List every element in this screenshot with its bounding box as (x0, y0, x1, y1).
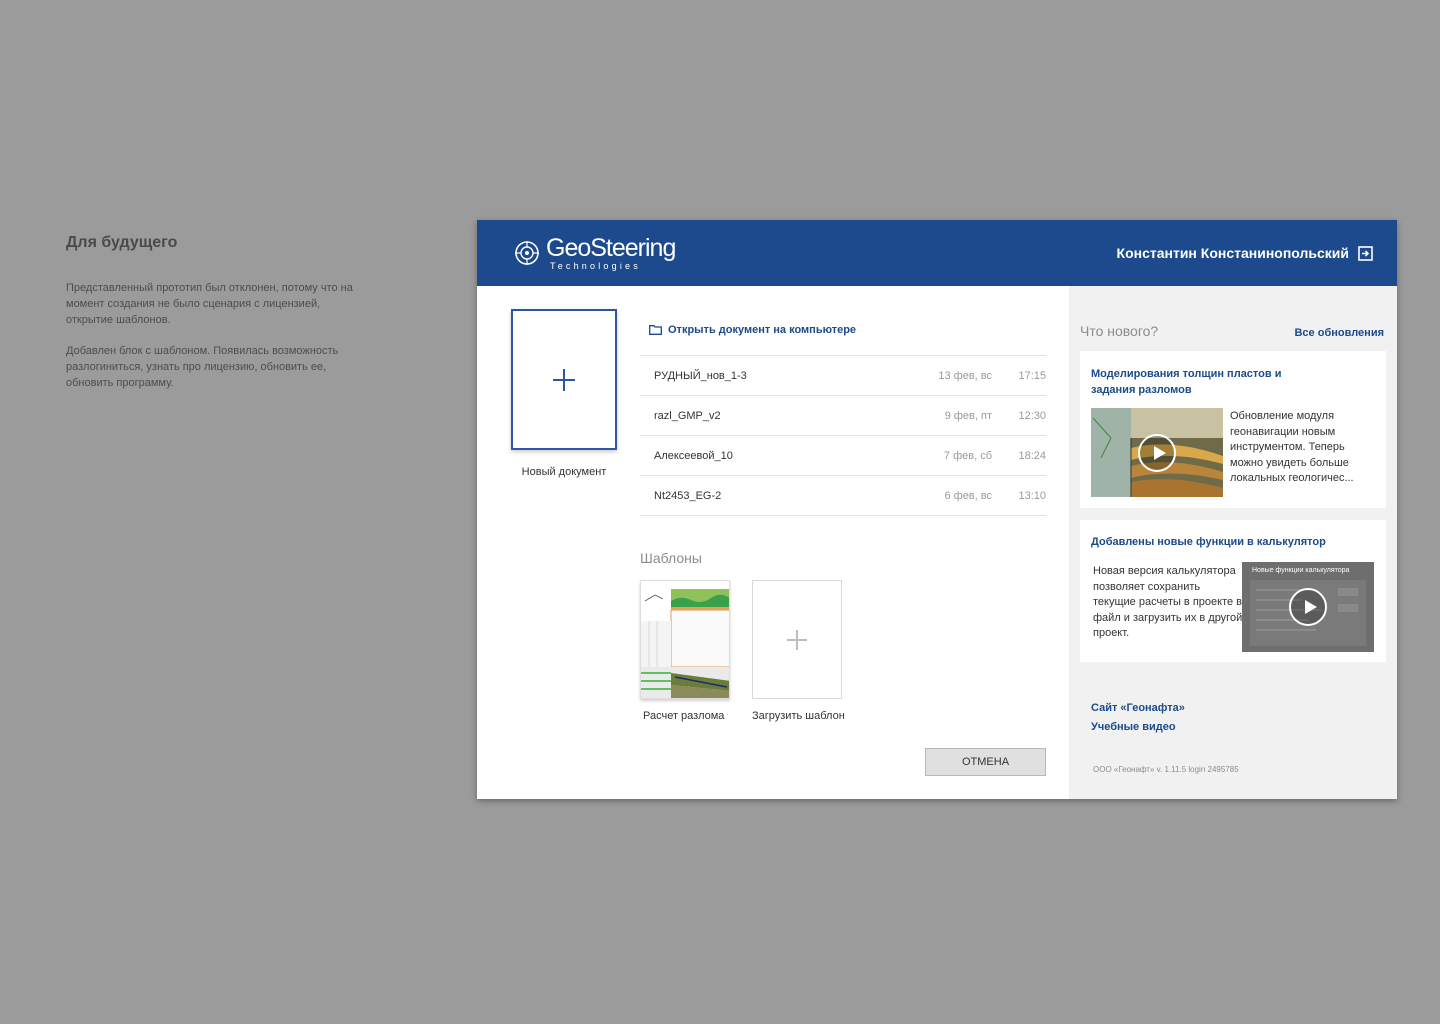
document-name: razl_GMP_v2 (654, 409, 721, 422)
template-thumbnail (640, 580, 730, 699)
template-preview-image (641, 581, 729, 698)
user-name: Константин Констанинопольский (1116, 245, 1349, 261)
all-updates-link[interactable]: Все обновления (1294, 327, 1384, 339)
template-label: Расчет разлома (643, 710, 725, 722)
tutorial-videos-link[interactable]: Учебные видео (1091, 718, 1185, 737)
note-title: Для будущего (66, 234, 178, 251)
upload-template-button[interactable]: Загрузить шаблон (752, 580, 845, 722)
document-date: 7 фев, сб (943, 449, 992, 462)
user-menu[interactable]: Константин Констанинопольский (1117, 245, 1373, 261)
new-document-label: Новый документ (521, 466, 607, 478)
footer-links: Сайт «Геонафта» Учебные видео (1091, 699, 1185, 737)
template-label: Загрузить шаблон (752, 710, 845, 722)
template-upload-tile (752, 580, 842, 699)
document-date: 13 фев, вс (938, 369, 992, 382)
document-date: 6 фев, вс (944, 489, 992, 502)
news-card-title[interactable]: Добавлены новые функции в калькулятор (1091, 534, 1371, 550)
header: GeoSteering Technologies Константин Конс… (477, 220, 1397, 286)
site-link[interactable]: Сайт «Геонафта» (1091, 699, 1185, 718)
news-video[interactable] (1091, 408, 1223, 497)
list-item[interactable]: РУДНЫЙ_нов_1-3 13 фев, вс 17:15 (640, 356, 1046, 396)
news-card-text: Новая версия калькулятора позволяет сохр… (1093, 565, 1243, 640)
play-icon (1289, 588, 1327, 626)
logout-icon[interactable] (1358, 245, 1373, 261)
new-document-button[interactable] (511, 309, 617, 450)
play-icon (1138, 433, 1176, 472)
cancel-button[interactable]: ОТМЕНА (925, 748, 1046, 776)
document-time: 18:24 (1018, 449, 1046, 462)
plus-icon (787, 629, 807, 650)
document-name: Алексеевой_10 (654, 449, 733, 462)
plus-icon (553, 368, 575, 391)
list-item[interactable]: Алексеевой_10 7 фев, сб 18:24 (640, 436, 1046, 476)
note-text: Представленный прототип был отклонен, по… (66, 280, 366, 391)
folder-icon (649, 325, 662, 335)
document-name: РУДНЫЙ_нов_1-3 (654, 369, 747, 382)
document-date: 9 фев, пт (944, 409, 992, 422)
logo-main: GeoSteering (546, 233, 676, 262)
template-fault-calculation[interactable]: Расчет разлома (640, 580, 730, 722)
list-item[interactable]: Nt2453_EG-2 6 фев, вс 13:10 (640, 476, 1046, 516)
document-time: 17:15 (1018, 369, 1046, 382)
note-paragraph: Добавлен блок с шаблоном. Появилась возм… (66, 345, 339, 389)
news-sidebar: Что нового? Все обновления Моделирования… (1069, 286, 1397, 799)
open-document-link[interactable]: Открыть документ на компьютере (649, 324, 856, 336)
logo-sub: Technologies (550, 260, 641, 271)
news-card: Добавлены новые функции в калькулятор Но… (1080, 520, 1386, 662)
version-info: ООО «Геонафт» v. 1.11.5 login 2495785 (1093, 765, 1239, 774)
templates-heading: Шаблоны (640, 550, 702, 566)
recent-documents-list: РУДНЫЙ_нов_1-3 13 фев, вс 17:15 razl_GMP… (640, 355, 1046, 516)
news-title: Что нового? (1080, 323, 1159, 339)
note-paragraph: Представленный прототип был отклонен, по… (66, 282, 353, 326)
globe-logo-icon (515, 241, 539, 265)
news-card-text: Обновление модуля геонавигации новым инс… (1230, 410, 1354, 485)
designer-note: Для будущего Представленный прототип был… (66, 234, 366, 406)
main-panel: Новый документ Открыть документ на компь… (477, 286, 1069, 799)
document-time: 12:30 (1018, 409, 1046, 422)
news-video[interactable]: Новые функции калькулятора (1242, 562, 1374, 652)
video-caption: Новые функции калькулятора (1252, 567, 1350, 574)
news-card: Моделирования толщин пластов и задания р… (1080, 351, 1386, 508)
news-card-title[interactable]: Моделирования толщин пластов и задания р… (1091, 366, 1291, 398)
list-item[interactable]: razl_GMP_v2 9 фев, пт 12:30 (640, 396, 1046, 436)
app-logo: GeoSteering Technologies (514, 233, 676, 271)
open-document-label: Открыть документ на компьютере (668, 324, 857, 336)
document-time: 13:10 (1018, 489, 1046, 502)
document-name: Nt2453_EG-2 (654, 489, 722, 502)
start-dialog: GeoSteering Technologies Константин Конс… (477, 220, 1397, 799)
